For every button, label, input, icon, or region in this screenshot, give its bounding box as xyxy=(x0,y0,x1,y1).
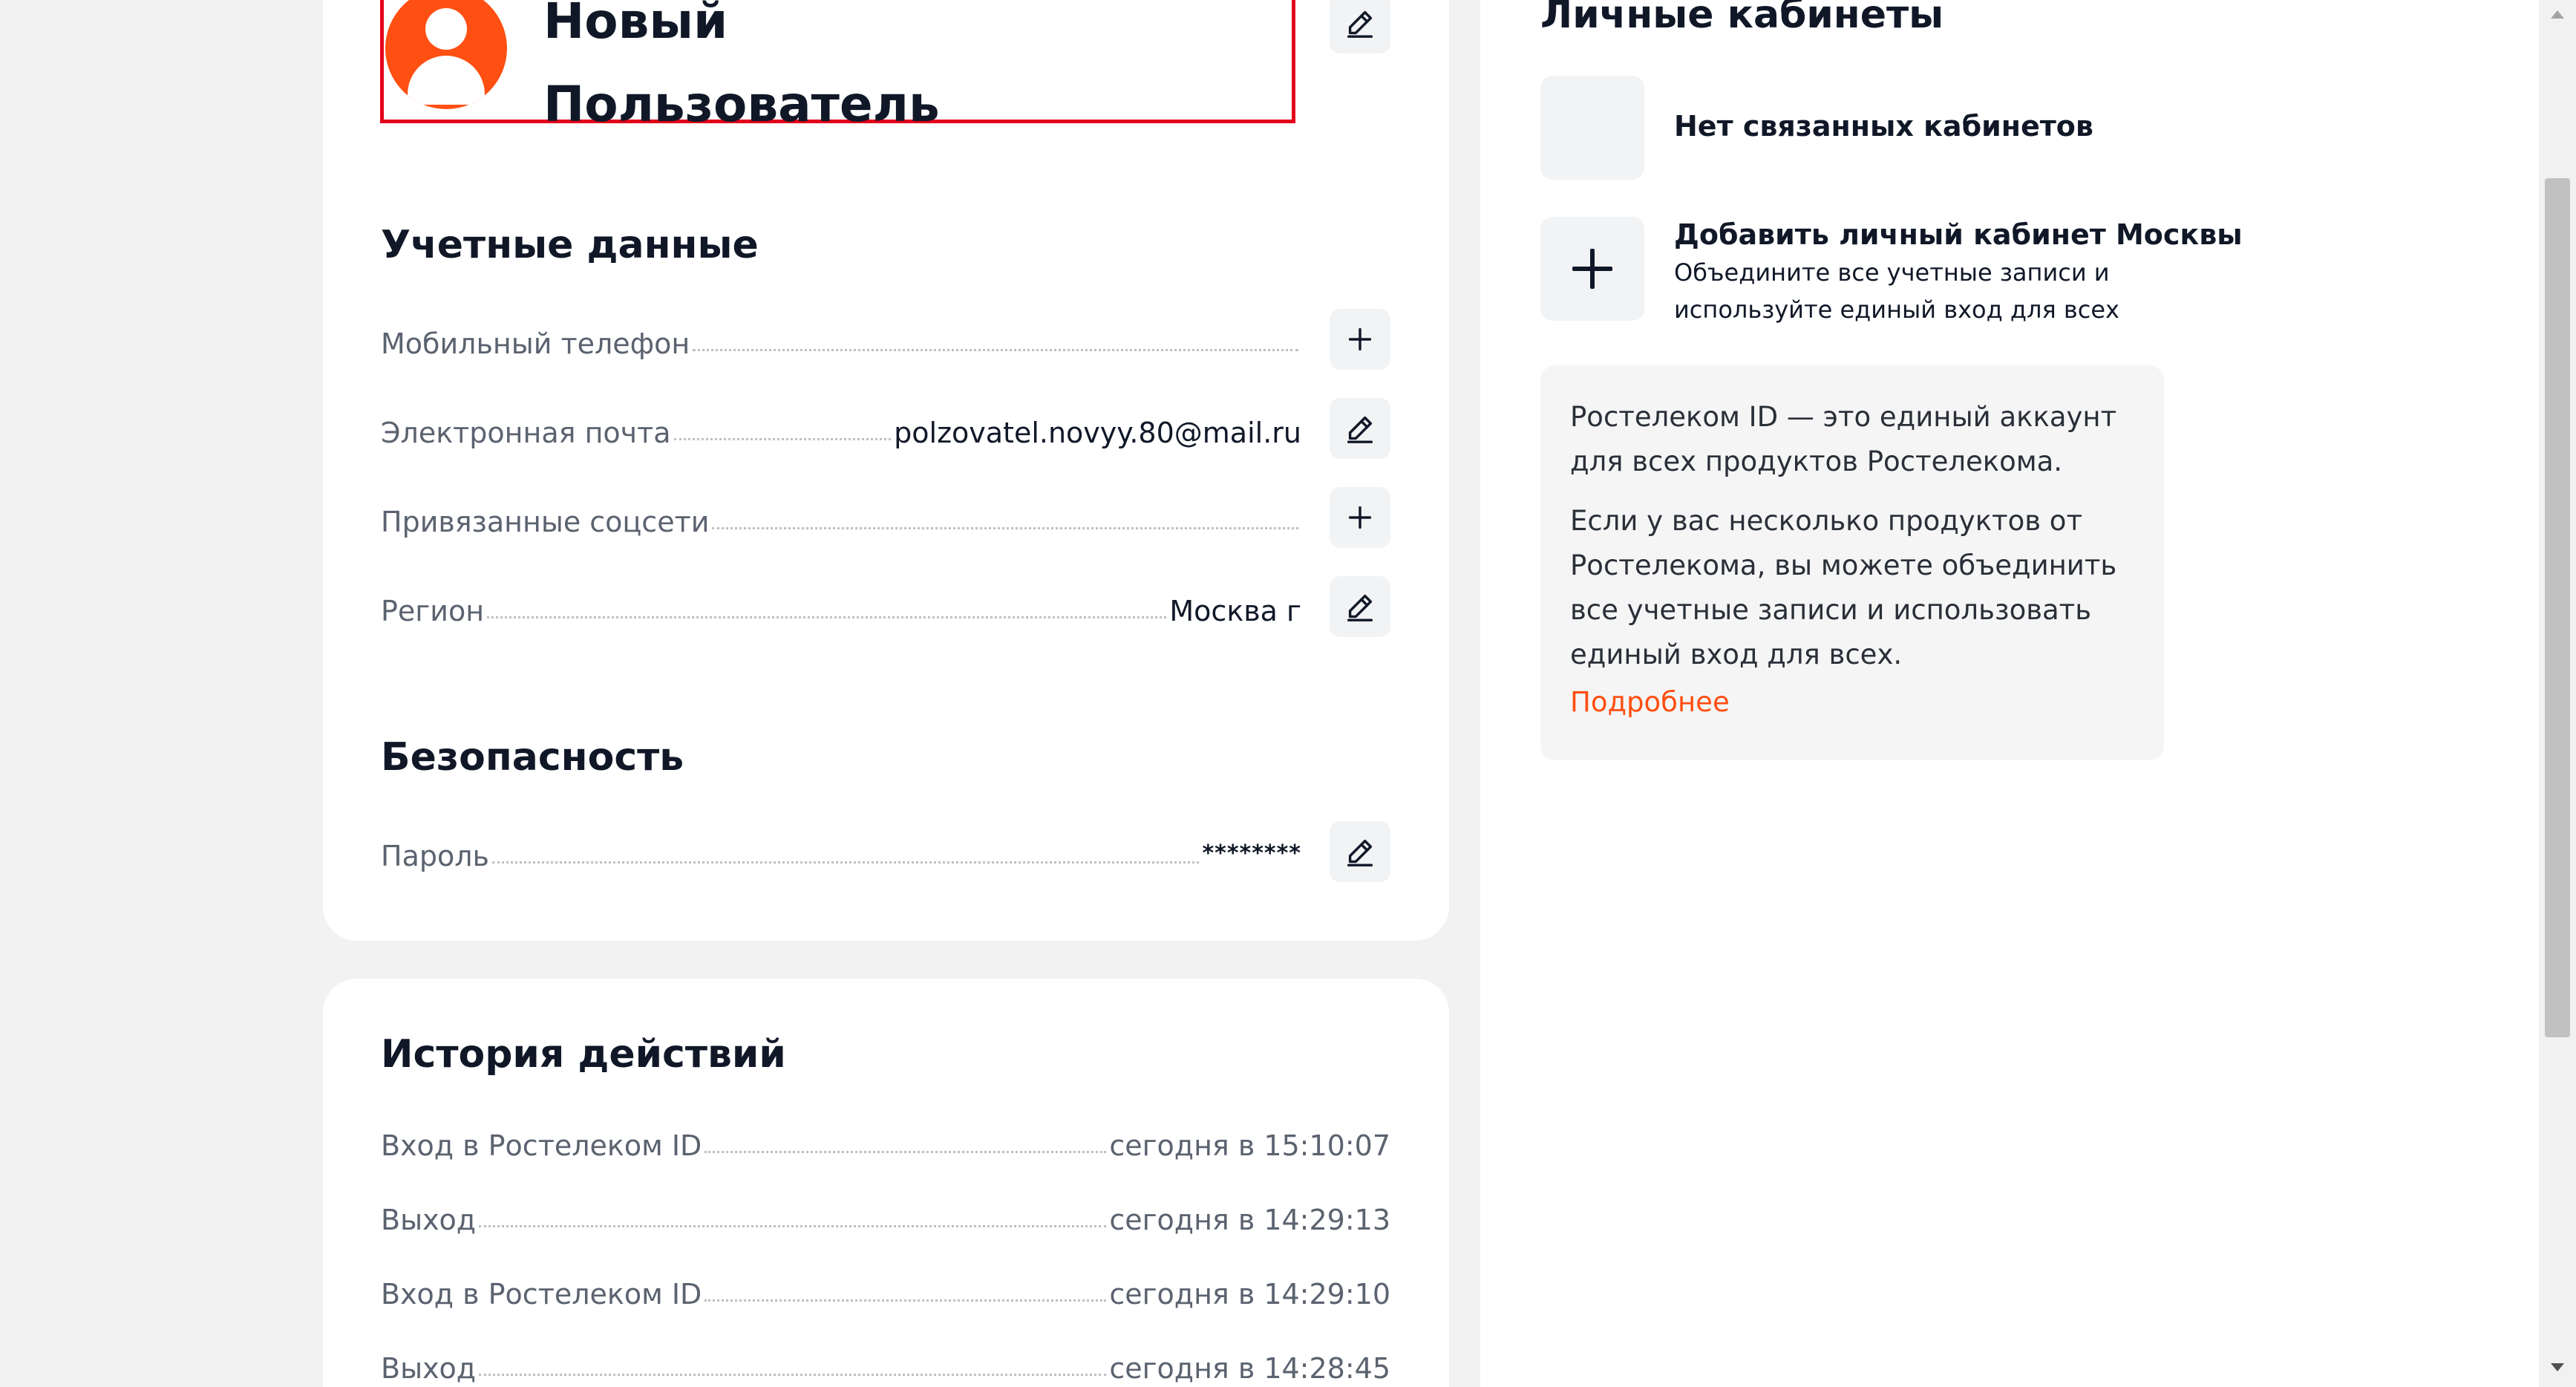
history-action: Выход xyxy=(381,1204,477,1236)
password-label: Пароль xyxy=(381,840,489,872)
pencil-icon xyxy=(1347,416,1373,443)
pencil-icon xyxy=(1347,10,1373,38)
edit-email-button[interactable] xyxy=(1330,398,1390,459)
history-row: Выход сегодня в 14:29:13 xyxy=(381,1192,1390,1236)
cabinets-title: Личные кабинеты xyxy=(1540,0,1944,37)
history-title: История действий xyxy=(381,1032,786,1077)
credential-row-email: Электронная почта polzovatel.novyy.80@ma… xyxy=(381,405,1301,449)
add-cabinet-subtitle-line1: Объедините все учетные записи и xyxy=(1674,258,2110,287)
history-row: Вход в Ростелеком ID сегодня в 14:29:10 xyxy=(381,1266,1390,1311)
credential-label: Регион xyxy=(381,595,485,627)
no-linked-cabinets-text: Нет связанных кабинетов xyxy=(1674,110,2093,143)
scrollbar-thumb[interactable] xyxy=(2545,178,2570,1037)
history-time: сегодня в 14:29:13 xyxy=(1109,1204,1390,1236)
security-title: Безопасность xyxy=(381,735,684,780)
history-action: Вход в Ростелеком ID xyxy=(381,1129,702,1162)
pencil-icon xyxy=(1347,594,1373,621)
edit-password-button[interactable] xyxy=(1330,821,1390,882)
edit-region-button[interactable] xyxy=(1330,576,1390,637)
credential-label: Мобильный телефон xyxy=(381,327,690,360)
credential-label: Электронная почта xyxy=(381,417,671,449)
security-row-password: Пароль ******** xyxy=(381,828,1301,872)
credential-row-region: Регион Москва г xyxy=(381,583,1301,627)
more-info-link[interactable]: Подробнее xyxy=(1570,686,1730,718)
credentials-title: Учетные данные xyxy=(381,223,759,267)
history-time: сегодня в 14:29:10 xyxy=(1109,1278,1390,1311)
history-time: сегодня в 14:28:45 xyxy=(1109,1352,1390,1385)
history-row: Выход сегодня в 14:28:45 xyxy=(381,1340,1390,1385)
scroll-up-arrow-icon[interactable] xyxy=(2539,4,2576,27)
history-time: сегодня в 15:10:07 xyxy=(1109,1129,1390,1162)
add-cabinet-button[interactable] xyxy=(1540,217,1644,321)
add-cabinet-subtitle: Объедините все учетные записи и использу… xyxy=(1674,254,2119,328)
pencil-icon xyxy=(1347,839,1373,867)
edit-profile-button[interactable] xyxy=(1330,0,1390,53)
credential-label: Привязанные соцсети xyxy=(381,506,710,538)
scroll-down-arrow-icon[interactable] xyxy=(2539,1356,2576,1378)
user-avatar-icon xyxy=(385,0,507,109)
history-action: Выход xyxy=(381,1352,477,1385)
credential-row-socials: Привязанные соцсети xyxy=(381,494,1301,538)
page-scrollbar[interactable] xyxy=(2539,0,2576,1387)
profile-name-line1: Новый xyxy=(543,0,728,50)
email-value: polzovatel.novyy.80@mail.ru xyxy=(894,417,1301,449)
profile-name: Новый Пользователь xyxy=(543,0,940,146)
add-phone-button[interactable] xyxy=(1330,309,1390,370)
add-cabinet-title[interactable]: Добавить личный кабинет Москвы xyxy=(1674,218,2243,251)
profile-header-highlight: Новый Пользователь xyxy=(380,0,1295,133)
no-cabinet-placeholder xyxy=(1540,76,1644,180)
info-paragraph-2: Если у вас несколько продуктов от Ростел… xyxy=(1570,505,2117,670)
credential-row-phone: Мобильный телефон xyxy=(381,316,1301,360)
info-paragraph-1: Ростелеком ID — это единый аккаунт для в… xyxy=(1570,401,2117,477)
history-action: Вход в Ростелеком ID xyxy=(381,1278,702,1311)
history-row: Вход в Ростелеком ID сегодня в 15:10:07 xyxy=(381,1117,1390,1162)
add-cabinet-subtitle-line2: используйте единый вход для всех xyxy=(1674,296,2119,324)
add-social-button[interactable] xyxy=(1330,487,1390,548)
password-value: ******** xyxy=(1202,841,1301,867)
region-value: Москва г xyxy=(1169,595,1301,627)
rostelecom-id-info-box: Ростелеком ID — это единый аккаунт для в… xyxy=(1540,365,2164,760)
profile-name-line2: Пользователь xyxy=(543,76,940,133)
plus-icon xyxy=(1348,506,1372,529)
plus-icon xyxy=(1348,327,1372,351)
